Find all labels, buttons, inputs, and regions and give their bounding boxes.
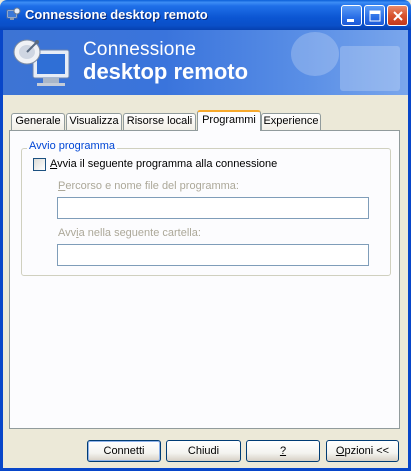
program-path-label: Percorso e nome file del programma: (58, 180, 239, 192)
close-window-button[interactable] (387, 5, 408, 26)
banner-title-line1: Connessione (83, 39, 197, 60)
options-button-label: pzioni << (344, 445, 390, 457)
start-folder-label: Avvia nella seguente cartella: (58, 227, 201, 239)
program-path-label-text: ercorso e nome file del programma: (65, 180, 239, 192)
window-title: Connessione desktop remoto (25, 7, 208, 22)
maximize-button[interactable] (364, 5, 385, 26)
remote-desktop-logo-icon (13, 39, 70, 86)
header-banner: Connessione desktop remoto (3, 30, 408, 95)
maximize-icon (369, 10, 381, 22)
banner-watermark-icon (291, 32, 400, 91)
options-button[interactable]: Opzioni << (326, 440, 399, 462)
tab-visualizza[interactable]: Visualizza (66, 113, 122, 130)
tab-programmi[interactable]: Programmi (197, 110, 261, 131)
help-button-label: ? (279, 445, 287, 457)
tab-risorse-locali[interactable]: Risorse locali (123, 113, 196, 130)
start-program-checkbox[interactable] (33, 158, 46, 171)
connect-button[interactable]: Connetti (87, 440, 161, 462)
minimize-button[interactable] (341, 5, 362, 26)
close-button[interactable]: Chiudi (166, 440, 241, 462)
start-folder-label-prefix: Avv (58, 227, 77, 239)
start-program-checkbox-label-text: vvia il seguente programma alla connessi… (57, 158, 278, 170)
start-program-group-label: Avvio programma (27, 140, 117, 152)
banner-title-line2: desktop remoto (83, 59, 249, 84)
window-frame-left (0, 30, 3, 471)
help-button[interactable]: ? (246, 440, 320, 462)
remote-desktop-app-icon[interactable] (5, 7, 21, 23)
title-bar[interactable]: Connessione desktop remoto (0, 0, 411, 30)
tab-generale[interactable]: Generale (11, 113, 65, 130)
tab-experience[interactable]: Experience (261, 113, 321, 130)
program-path-input[interactable] (57, 197, 369, 219)
close-icon (393, 11, 403, 21)
start-program-checkbox-label[interactable]: Avvia il seguente programma alla conness… (50, 158, 277, 170)
start-folder-input[interactable] (57, 244, 369, 266)
minimize-icon (347, 19, 354, 22)
start-folder-label-text: a nella seguente cartella: (78, 227, 201, 239)
